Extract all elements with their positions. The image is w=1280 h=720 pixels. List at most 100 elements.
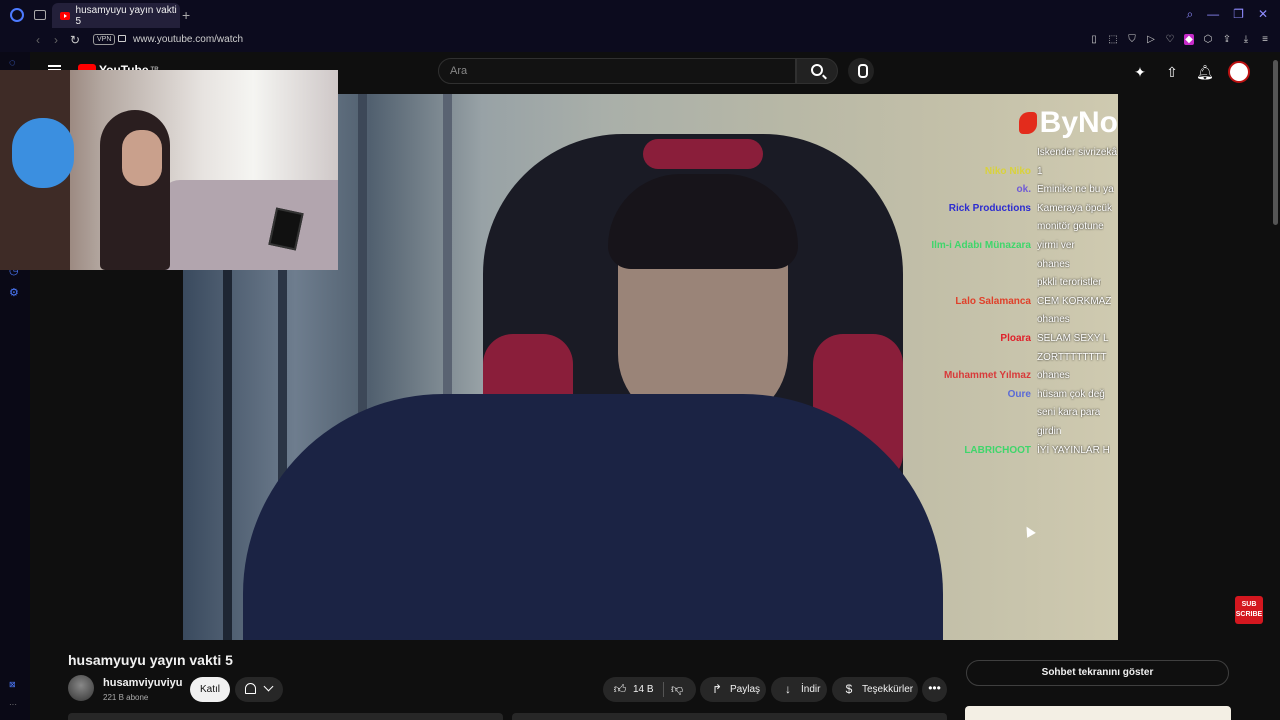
create-icon[interactable]: ✦ bbox=[1132, 64, 1148, 80]
settings-icon[interactable]: ⚙ bbox=[9, 286, 21, 299]
recommended-thumbnail[interactable] bbox=[965, 706, 1231, 720]
like-button[interactable]: 👍︎ 14 B 👎︎ bbox=[603, 677, 696, 702]
close-icon[interactable]: ✕ bbox=[1258, 7, 1268, 22]
chat-text: pkkli teroristler bbox=[1037, 277, 1102, 289]
share-button[interactable]: ↱ Paylaş bbox=[700, 677, 766, 702]
opera-logo-icon[interactable] bbox=[10, 8, 24, 22]
lock-icon[interactable] bbox=[118, 35, 126, 42]
extension-icon[interactable]: ◆ bbox=[1184, 34, 1194, 45]
chat-author bbox=[913, 218, 1037, 237]
chat-text: monitör gotune bbox=[1037, 221, 1104, 233]
notifications-bell-icon[interactable]: 🔔︎ bbox=[1196, 64, 1214, 80]
forward-icon[interactable]: › bbox=[54, 33, 58, 47]
chat-message: monitör gotune bbox=[913, 218, 1118, 237]
header-actions: ✦ ⇧ 🔔︎ bbox=[1132, 61, 1250, 83]
stream-chat-overlay: Iskender sivrizekâ Niko Niko 1 ok. Eminike n… bbox=[913, 144, 1118, 460]
description-box[interactable] bbox=[68, 713, 503, 720]
chat-author: Ilm-i Adabı Münazara bbox=[931, 239, 1031, 251]
reload-icon[interactable]: ↻ bbox=[70, 33, 80, 47]
thanks-label: Teşekkürler bbox=[862, 684, 914, 695]
chat-text: girdin bbox=[1037, 425, 1062, 437]
chat-message: Iskender sivrizekâ bbox=[913, 144, 1118, 163]
minimize-icon[interactable]: — bbox=[1207, 7, 1219, 22]
chat-author bbox=[913, 423, 1037, 442]
voice-search-icon[interactable] bbox=[848, 58, 874, 84]
description-box-2[interactable] bbox=[512, 713, 947, 720]
search-input[interactable]: Ara bbox=[438, 58, 796, 84]
more-icon[interactable]: ··· bbox=[9, 700, 21, 712]
new-tab-button[interactable]: + bbox=[182, 7, 190, 23]
chat-text: yirmi ver bbox=[1037, 239, 1075, 251]
back-icon[interactable]: ‹ bbox=[36, 33, 40, 47]
tab-youtube[interactable]: husamyuyu yayın vakti 5 bbox=[52, 3, 180, 28]
join-button[interactable]: Katıl bbox=[190, 677, 230, 702]
show-chat-button[interactable]: Sohbet tekranını göster bbox=[966, 660, 1229, 686]
plush-toy bbox=[12, 118, 74, 188]
chat-message: pkkli teroristler bbox=[913, 274, 1118, 293]
chat-author: LABRICHOOT bbox=[964, 444, 1031, 456]
chat-text: ohanes bbox=[1037, 314, 1070, 326]
extensions-icon[interactable]: ⬡ bbox=[1203, 34, 1213, 45]
tab-islands-icon[interactable] bbox=[34, 10, 46, 20]
chat-author bbox=[913, 256, 1037, 275]
mouse-cursor bbox=[1022, 524, 1036, 538]
address-bar: ‹ › ↻ VPN www.youtube.com/watch ▯ ⬚ ⛉ ▷ … bbox=[0, 30, 1280, 52]
thumbs-down-icon[interactable]: 👎︎ bbox=[671, 677, 683, 702]
share-icon[interactable]: ⇪ bbox=[1222, 34, 1232, 45]
search-button[interactable] bbox=[796, 58, 838, 84]
sidebar-setup-icon[interactable]: ⊠ bbox=[9, 680, 21, 692]
snapshot-icon[interactable]: ⬚ bbox=[1108, 34, 1118, 45]
download-label: İndir bbox=[801, 684, 821, 695]
account-avatar[interactable] bbox=[1228, 61, 1250, 83]
download-icon[interactable]: ⤓ bbox=[1241, 34, 1251, 45]
chat-message: ohanes bbox=[913, 311, 1118, 330]
chat-message: LABRICHOOT İYİ YAYINLAR H bbox=[913, 442, 1118, 461]
search-tabs-icon[interactable]: ⌕ bbox=[1186, 7, 1193, 22]
url-field[interactable]: www.youtube.com/watch bbox=[133, 34, 243, 45]
chat-message: Ilm-i Adabı Münazara yirmi ver bbox=[913, 237, 1118, 256]
share-label: Paylaş bbox=[730, 684, 761, 695]
heart-icon[interactable]: ♡ bbox=[1165, 34, 1175, 45]
chat-author: Rick Productions bbox=[948, 202, 1031, 214]
download-arrow-icon: ↓ bbox=[785, 682, 791, 696]
bookmark-icon[interactable]: ▯ bbox=[1089, 34, 1099, 45]
more-actions-button[interactable]: ••• bbox=[922, 677, 947, 702]
chat-message: ok. Eminike ne bu ya bbox=[913, 181, 1118, 200]
address-bar-actions: ▯ ⬚ ⛉ ▷ ♡ ◆ ⬡ ⇪ ⤓ ≡ bbox=[1089, 34, 1270, 45]
download-button[interactable]: ↓ İndir bbox=[771, 677, 827, 702]
chevron-down-icon bbox=[263, 681, 274, 692]
window-controls: ⌕ — ❐ ✕ bbox=[1186, 7, 1268, 22]
chat-author: Oure bbox=[1007, 388, 1031, 400]
page-scrollbar[interactable] bbox=[1273, 60, 1278, 225]
chat-author bbox=[913, 311, 1037, 330]
chat-message: ohanes bbox=[913, 256, 1118, 275]
chat-author: Ploara bbox=[1000, 332, 1031, 344]
thanks-button[interactable]: $ Teşekkürler bbox=[832, 677, 918, 702]
browser-tabstrip: husamyuyu yayın vakti 5 + ⌕ — ❐ ✕ bbox=[0, 0, 1280, 30]
like-count: 14 B bbox=[633, 684, 654, 695]
chat-text: ZORTTTTTTTT bbox=[1037, 351, 1107, 363]
chat-text: 1 bbox=[1037, 165, 1043, 177]
channel-name[interactable]: husamviyuviyu bbox=[103, 677, 182, 689]
chat-text: Iskender sivrizekâ bbox=[1037, 147, 1118, 158]
shield-icon[interactable]: ⛉ bbox=[1127, 34, 1137, 45]
video-title: husamyuyu yayın vakti 5 bbox=[68, 652, 233, 668]
vpn-badge[interactable]: VPN bbox=[93, 34, 116, 45]
chat-text: Eminike ne bu ya bbox=[1037, 184, 1114, 196]
subscribe-badge[interactable]: SUB SCRIBE bbox=[1235, 596, 1263, 624]
aria-icon[interactable]: ◌ bbox=[9, 57, 21, 69]
webcam-overlay bbox=[0, 70, 338, 270]
subscription-bell-button[interactable] bbox=[235, 677, 283, 702]
menu-icon[interactable]: ≡ bbox=[1260, 34, 1270, 45]
player-icon[interactable]: ▷ bbox=[1146, 34, 1156, 45]
chat-message: Lalo Salamanca CEM KORKMAZ bbox=[913, 293, 1118, 312]
channel-avatar[interactable] bbox=[68, 675, 94, 701]
restore-icon[interactable]: ❐ bbox=[1233, 7, 1244, 22]
chat-author bbox=[913, 349, 1037, 368]
search-icon bbox=[811, 64, 823, 76]
stream-brand-logo: ByNo bbox=[1018, 106, 1118, 140]
upload-icon[interactable]: ⇧ bbox=[1164, 64, 1180, 80]
chat-text: ohanes bbox=[1037, 370, 1070, 382]
youtube-favicon-icon bbox=[60, 11, 70, 20]
chat-author: Niko Niko bbox=[984, 165, 1031, 177]
